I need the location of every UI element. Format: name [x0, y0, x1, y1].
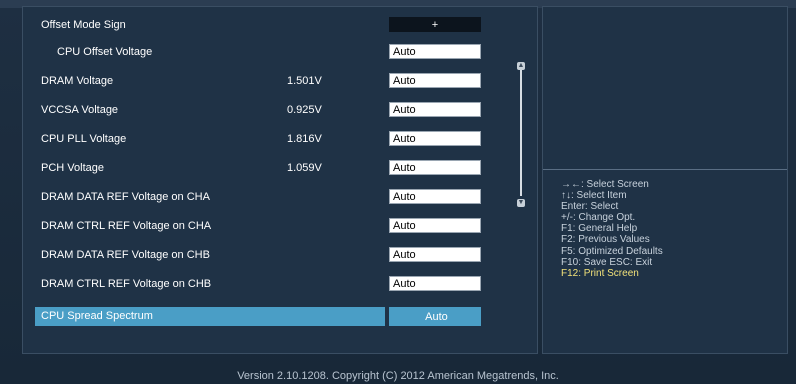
- scrollbar-track: [520, 68, 522, 196]
- setting-label: DRAM DATA REF Voltage on CHA: [41, 191, 210, 203]
- help-panel: →←: Select Screen ↑↓: Select Item Enter: S…: [542, 6, 788, 354]
- setting-value-field[interactable]: Auto: [389, 131, 481, 146]
- key-help-list: →←: Select Screen ↑↓: Select Item Enter: S…: [561, 179, 663, 279]
- help-line: F1: General Help: [561, 223, 638, 235]
- setting-label: CPU PLL Voltage: [41, 133, 127, 145]
- help-line: F5: Optimized Defaults: [561, 245, 663, 257]
- bios-screen: Offset Mode Sign + CPU Offset Voltage Auto D…: [0, 0, 796, 384]
- help-line: F10: Save ESC: Exit: [561, 256, 653, 268]
- scroll-up-arrow-icon[interactable]: ▲: [517, 62, 525, 70]
- voltage-reading: 1.059V: [287, 162, 322, 174]
- help-divider: [543, 169, 787, 170]
- settings-panel: Offset Mode Sign + CPU Offset Voltage Auto D…: [22, 6, 538, 354]
- voltage-reading: 1.816V: [287, 133, 322, 145]
- setting-label: Offset Mode Sign: [41, 19, 126, 31]
- setting-row[interactable]: DRAM DATA REF Voltage on CHB Auto: [23, 245, 513, 269]
- setting-label: VCCSA Voltage: [41, 104, 119, 116]
- scroll-down-arrow-icon[interactable]: ▼: [517, 199, 525, 207]
- setting-value-field[interactable]: +: [389, 17, 481, 32]
- setting-row[interactable]: DRAM CTRL REF Voltage on CHA Auto: [23, 216, 513, 240]
- setting-value-field[interactable]: Auto: [389, 307, 481, 326]
- help-line: ↑↓: Select Item: [561, 190, 627, 202]
- help-line: F12: Print Screen: [561, 267, 639, 279]
- help-line: →←: Select Screen: [561, 179, 649, 190]
- setting-value-field[interactable]: Auto: [389, 218, 481, 233]
- setting-row[interactable]: CPU Spread Spectrum Auto: [23, 307, 513, 331]
- setting-row[interactable]: DRAM CTRL REF Voltage on CHB Auto: [23, 274, 513, 298]
- voltage-reading: 0.925V: [287, 104, 322, 116]
- version-footer: Version 2.10.1208. Copyright (C) 2012 Am…: [237, 370, 559, 382]
- setting-label: DRAM Voltage: [41, 75, 114, 87]
- setting-value-field[interactable]: Auto: [389, 160, 481, 175]
- setting-row[interactable]: VCCSA Voltage 0.925V Auto: [23, 100, 513, 124]
- setting-label: PCH Voltage: [41, 162, 104, 174]
- help-line: F2: Previous Values: [561, 234, 650, 246]
- setting-value-field[interactable]: Auto: [389, 247, 481, 262]
- setting-value-field[interactable]: Auto: [389, 276, 481, 291]
- setting-label: DRAM CTRL REF Voltage on CHB: [41, 278, 212, 290]
- setting-row[interactable]: Offset Mode Sign +: [23, 15, 513, 39]
- setting-label: DRAM DATA REF Voltage on CHB: [41, 249, 210, 261]
- setting-row[interactable]: PCH Voltage 1.059V Auto: [23, 158, 513, 182]
- setting-value-field[interactable]: Auto: [389, 102, 481, 117]
- setting-label: CPU Offset Voltage: [57, 46, 153, 58]
- help-line: +/-: Change Opt.: [561, 212, 636, 224]
- setting-row[interactable]: CPU PLL Voltage 1.816V Auto: [23, 129, 513, 153]
- help-line: Enter: Select: [561, 201, 619, 213]
- setting-label: CPU Spread Spectrum: [41, 310, 153, 322]
- voltage-reading: 1.501V: [287, 75, 322, 87]
- setting-row[interactable]: CPU Offset Voltage Auto: [23, 42, 513, 66]
- setting-value-field[interactable]: Auto: [389, 44, 481, 59]
- setting-value-field[interactable]: Auto: [389, 73, 481, 88]
- scrollbar[interactable]: ▲ ▼: [517, 62, 525, 207]
- setting-row[interactable]: DRAM DATA REF Voltage on CHA Auto: [23, 187, 513, 211]
- setting-label: DRAM CTRL REF Voltage on CHA: [41, 220, 212, 232]
- setting-row[interactable]: DRAM Voltage 1.501V Auto: [23, 71, 513, 95]
- setting-value-field[interactable]: Auto: [389, 189, 481, 204]
